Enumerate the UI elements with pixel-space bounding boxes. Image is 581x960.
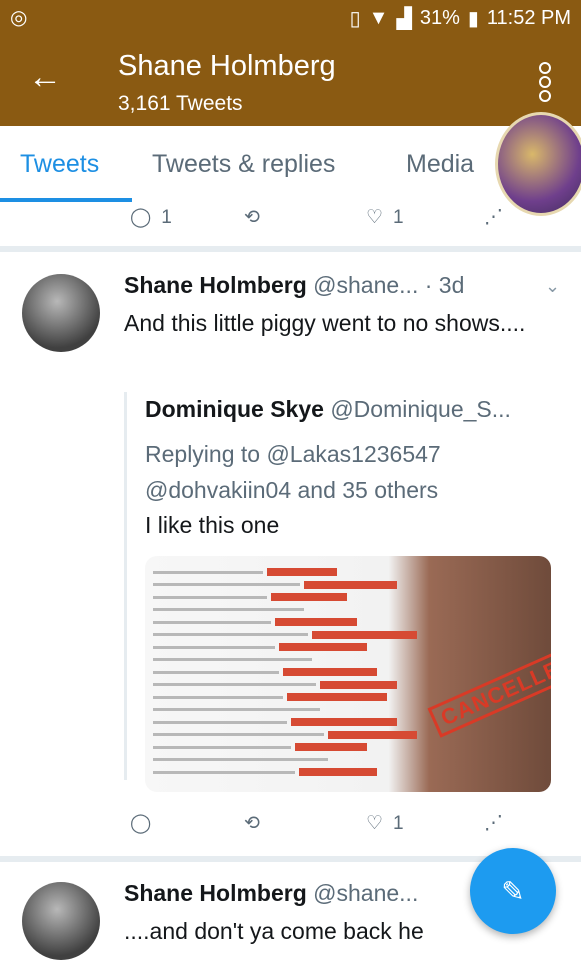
event-line: [153, 741, 433, 754]
clock: 11:52 PM: [486, 7, 571, 29]
like-count: 1: [393, 206, 404, 228]
profile-name: Shane Holmberg: [118, 50, 336, 82]
messenger-icon: ◎: [10, 7, 28, 29]
event-line: [153, 691, 433, 704]
event-line: [153, 766, 433, 779]
event-line: [153, 604, 433, 617]
vibrate-icon: ▯: [349, 8, 361, 30]
event-line: [153, 754, 433, 767]
replying-to-line2: @dohvakiin04 and 35 others: [145, 477, 439, 503]
tweet-divider: [0, 246, 581, 252]
author-handle: @shane...: [313, 880, 419, 906]
event-line: [153, 616, 433, 629]
retweet-icon: ⟲: [244, 813, 260, 834]
like-button[interactable]: ♡ 1: [366, 206, 404, 229]
author-name: Shane Holmberg: [124, 272, 307, 298]
event-line: [153, 629, 433, 642]
share-button[interactable]: ⋰: [484, 812, 503, 835]
avatar[interactable]: [22, 882, 100, 960]
event-line: [153, 679, 433, 692]
quoted-image[interactable]: CANCELLED: [145, 556, 551, 792]
retweet-button[interactable]: ⟲: [244, 812, 260, 835]
tweet-count: 3,161 Tweets: [118, 92, 243, 115]
profile-header: ← Shane Holmberg 3,161 Tweets: [0, 34, 581, 126]
quoted-text: I like this one: [145, 512, 280, 538]
quoted-tweet[interactable]: Dominique Skye @Dominique_S... Replying …: [124, 392, 567, 792]
event-line: [153, 729, 433, 742]
heart-icon: ♡: [366, 207, 384, 228]
battery-percent: 31%: [419, 7, 460, 29]
reply-icon: ◯: [130, 813, 152, 834]
quoted-author-name: Dominique Skye: [145, 396, 324, 422]
event-line: [153, 566, 433, 579]
author-handle: @shane...: [313, 272, 419, 298]
reply-icon: ◯: [130, 207, 152, 228]
chevron-down-icon[interactable]: ⌄: [545, 276, 560, 297]
quoted-author: Dominique Skye @Dominique_S...: [145, 396, 511, 423]
profile-tabs: Tweets Tweets & replies Media: [0, 126, 581, 206]
event-line: [153, 704, 433, 717]
replying-to-line1: Replying to @Lakas1236547: [145, 441, 441, 467]
avatar[interactable]: [22, 274, 100, 352]
back-arrow-icon[interactable]: ←: [28, 60, 62, 94]
status-bar: ◎ ▯ ▼ ▟ 31% ▮ 11:52 PM: [0, 0, 581, 34]
tweet-header: Shane Holmberg @shane... · 3d: [124, 272, 464, 299]
status-right: ▯ ▼ ▟ 31% ▮ 11:52 PM: [350, 6, 571, 31]
share-icon: ⋰: [484, 207, 503, 228]
compose-tweet-button[interactable]: ✎: [470, 848, 556, 934]
tweet-text: And this little piggy went to no shows..…: [124, 310, 526, 336]
battery-icon: ▮: [467, 8, 479, 30]
event-line: [153, 666, 433, 679]
event-line: [153, 716, 433, 729]
compose-feather-icon: ✎: [501, 875, 525, 907]
reply-button[interactable]: ◯ 1: [130, 206, 172, 229]
wifi-icon: ▼: [368, 7, 389, 29]
signal-icon: ▟: [396, 8, 412, 30]
like-count: 1: [393, 812, 404, 834]
event-line: [153, 641, 433, 654]
share-icon: ⋰: [484, 813, 503, 834]
profile-avatar-overlay[interactable]: [495, 112, 581, 216]
author-name: Shane Holmberg: [124, 880, 307, 906]
event-list-graphic: [153, 566, 433, 779]
retweet-button[interactable]: ⟲: [244, 206, 260, 229]
reply-count: 1: [161, 206, 172, 228]
prev-tweet-actions: ◯ 1 ⟲ ♡ 1 ⋰: [0, 202, 581, 242]
cancelled-stamp: CANCELLED: [427, 642, 551, 738]
reply-button[interactable]: ◯: [130, 812, 151, 835]
tab-media[interactable]: Media: [406, 150, 474, 179]
event-line: [153, 579, 433, 592]
quoted-author-handle: @Dominique_S...: [330, 396, 511, 422]
overflow-menu-icon[interactable]: [539, 60, 553, 104]
event-line: [153, 654, 433, 667]
like-button[interactable]: ♡ 1: [366, 812, 404, 835]
heart-icon: ♡: [366, 813, 384, 834]
replying-to: Replying to @Lakas1236547 @dohvakiin04 a…: [145, 436, 565, 508]
tab-tweets-replies[interactable]: Tweets & replies: [152, 150, 335, 179]
event-line: [153, 591, 433, 604]
tweet-actions: ◯ ⟲ ♡ 1 ⋰: [0, 808, 581, 848]
next-tweet-header: Shane Holmberg @shane...: [124, 880, 418, 907]
retweet-icon: ⟲: [244, 207, 260, 228]
tab-tweets[interactable]: Tweets: [20, 150, 99, 179]
tweet-time: · 3d: [424, 272, 465, 298]
share-button[interactable]: ⋰: [484, 206, 503, 229]
